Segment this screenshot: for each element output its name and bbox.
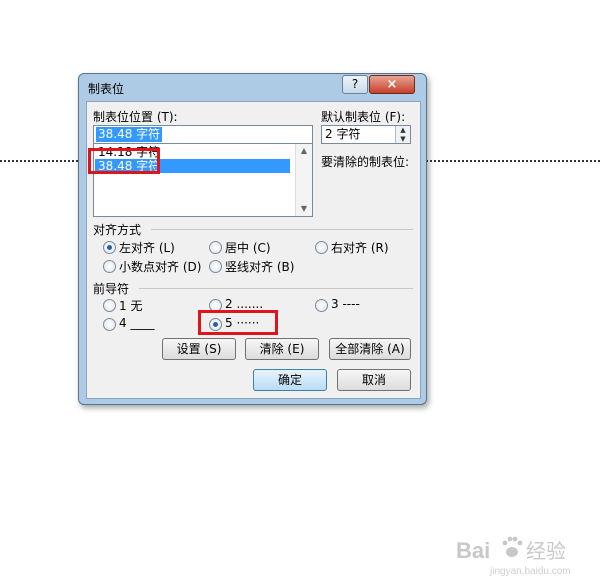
alignment-heading: 对齐方式: [93, 223, 142, 237]
highlight-leader-5: [198, 310, 278, 335]
default-tab-stepper[interactable]: 2 字符 ▲ ▼: [321, 125, 411, 144]
leader-3-radio[interactable]: [315, 299, 328, 312]
set-button[interactable]: 设置 (S): [162, 338, 236, 360]
tabs-dialog: 制表位 ? × 制表位位置 (T): 38.48 字符 14.18 字符 38.…: [78, 73, 427, 405]
title-bar: 制表位 ? ×: [79, 74, 426, 100]
align-bar-radio[interactable]: [209, 260, 222, 273]
align-left-label[interactable]: 左对齐 (L): [119, 239, 175, 256]
leader-1-radio[interactable]: [103, 299, 116, 312]
dotted-tab-leader-left: [0, 160, 78, 162]
paw-icon: [502, 536, 523, 557]
leader-2-label[interactable]: 2 .......: [225, 297, 263, 311]
alignment-divider: [151, 229, 413, 230]
align-decimal-label[interactable]: 小数点对齐 (D): [119, 258, 201, 275]
leader-4-radio[interactable]: [103, 318, 116, 331]
leader-1-label[interactable]: 1 无: [119, 297, 142, 314]
dialog-title: 制表位: [88, 82, 125, 96]
align-right-label[interactable]: 右对齐 (R): [331, 239, 389, 256]
dialog-body: 制表位位置 (T): 38.48 字符 14.18 字符 38.48 字符 ▲ …: [86, 101, 421, 399]
align-bar-label[interactable]: 竖线对齐 (B): [225, 258, 294, 275]
leader-heading: 前导符: [93, 282, 130, 296]
scroll-up-arrow-icon[interactable]: ▲: [296, 144, 312, 158]
dotted-tab-leader-right: [426, 160, 600, 162]
highlight-selected-tab-position: [88, 148, 160, 174]
tab-position-value: 38.48 字符: [96, 127, 163, 142]
align-left-radio[interactable]: [103, 241, 116, 254]
clear-all-button[interactable]: 全部清除 (A): [329, 338, 411, 360]
watermark-url: jingyan.baidu.com: [489, 566, 571, 577]
spin-control[interactable]: ▲ ▼: [395, 126, 410, 143]
tab-position-label: 制表位位置 (T):: [93, 110, 178, 124]
default-tab-value: 2 字符: [325, 127, 361, 141]
align-center-radio[interactable]: [209, 241, 222, 254]
list-scrollbar[interactable]: ▲ ▼: [295, 144, 312, 216]
help-button[interactable]: ?: [342, 75, 368, 94]
leader-divider: [139, 288, 413, 289]
clear-button[interactable]: 清除 (E): [245, 338, 319, 360]
watermark-brand: Bai: [456, 538, 490, 563]
spin-up-icon[interactable]: ▲: [396, 126, 410, 134]
align-decimal-radio[interactable]: [103, 260, 116, 273]
align-right-radio[interactable]: [315, 241, 328, 254]
tabs-to-clear-label: 要清除的制表位:: [321, 155, 410, 169]
default-tab-label: 默认制表位 (F):: [321, 110, 406, 124]
scroll-down-arrow-icon[interactable]: ▼: [296, 202, 312, 216]
align-center-label[interactable]: 居中 (C): [225, 239, 271, 256]
leader-3-label[interactable]: 3 ----: [331, 297, 360, 311]
tab-position-input[interactable]: 38.48 字符: [93, 125, 313, 144]
watermark-text: 经验: [526, 539, 566, 563]
cancel-button[interactable]: 取消: [337, 369, 411, 391]
baidu-jingyan-watermark: Bai 经验 jingyan.baidu.com: [456, 536, 571, 577]
spin-down-icon[interactable]: ▼: [396, 135, 410, 143]
leader-4-label[interactable]: 4 ____: [119, 316, 154, 330]
ok-button[interactable]: 确定: [253, 369, 327, 391]
close-button[interactable]: ×: [369, 75, 415, 94]
